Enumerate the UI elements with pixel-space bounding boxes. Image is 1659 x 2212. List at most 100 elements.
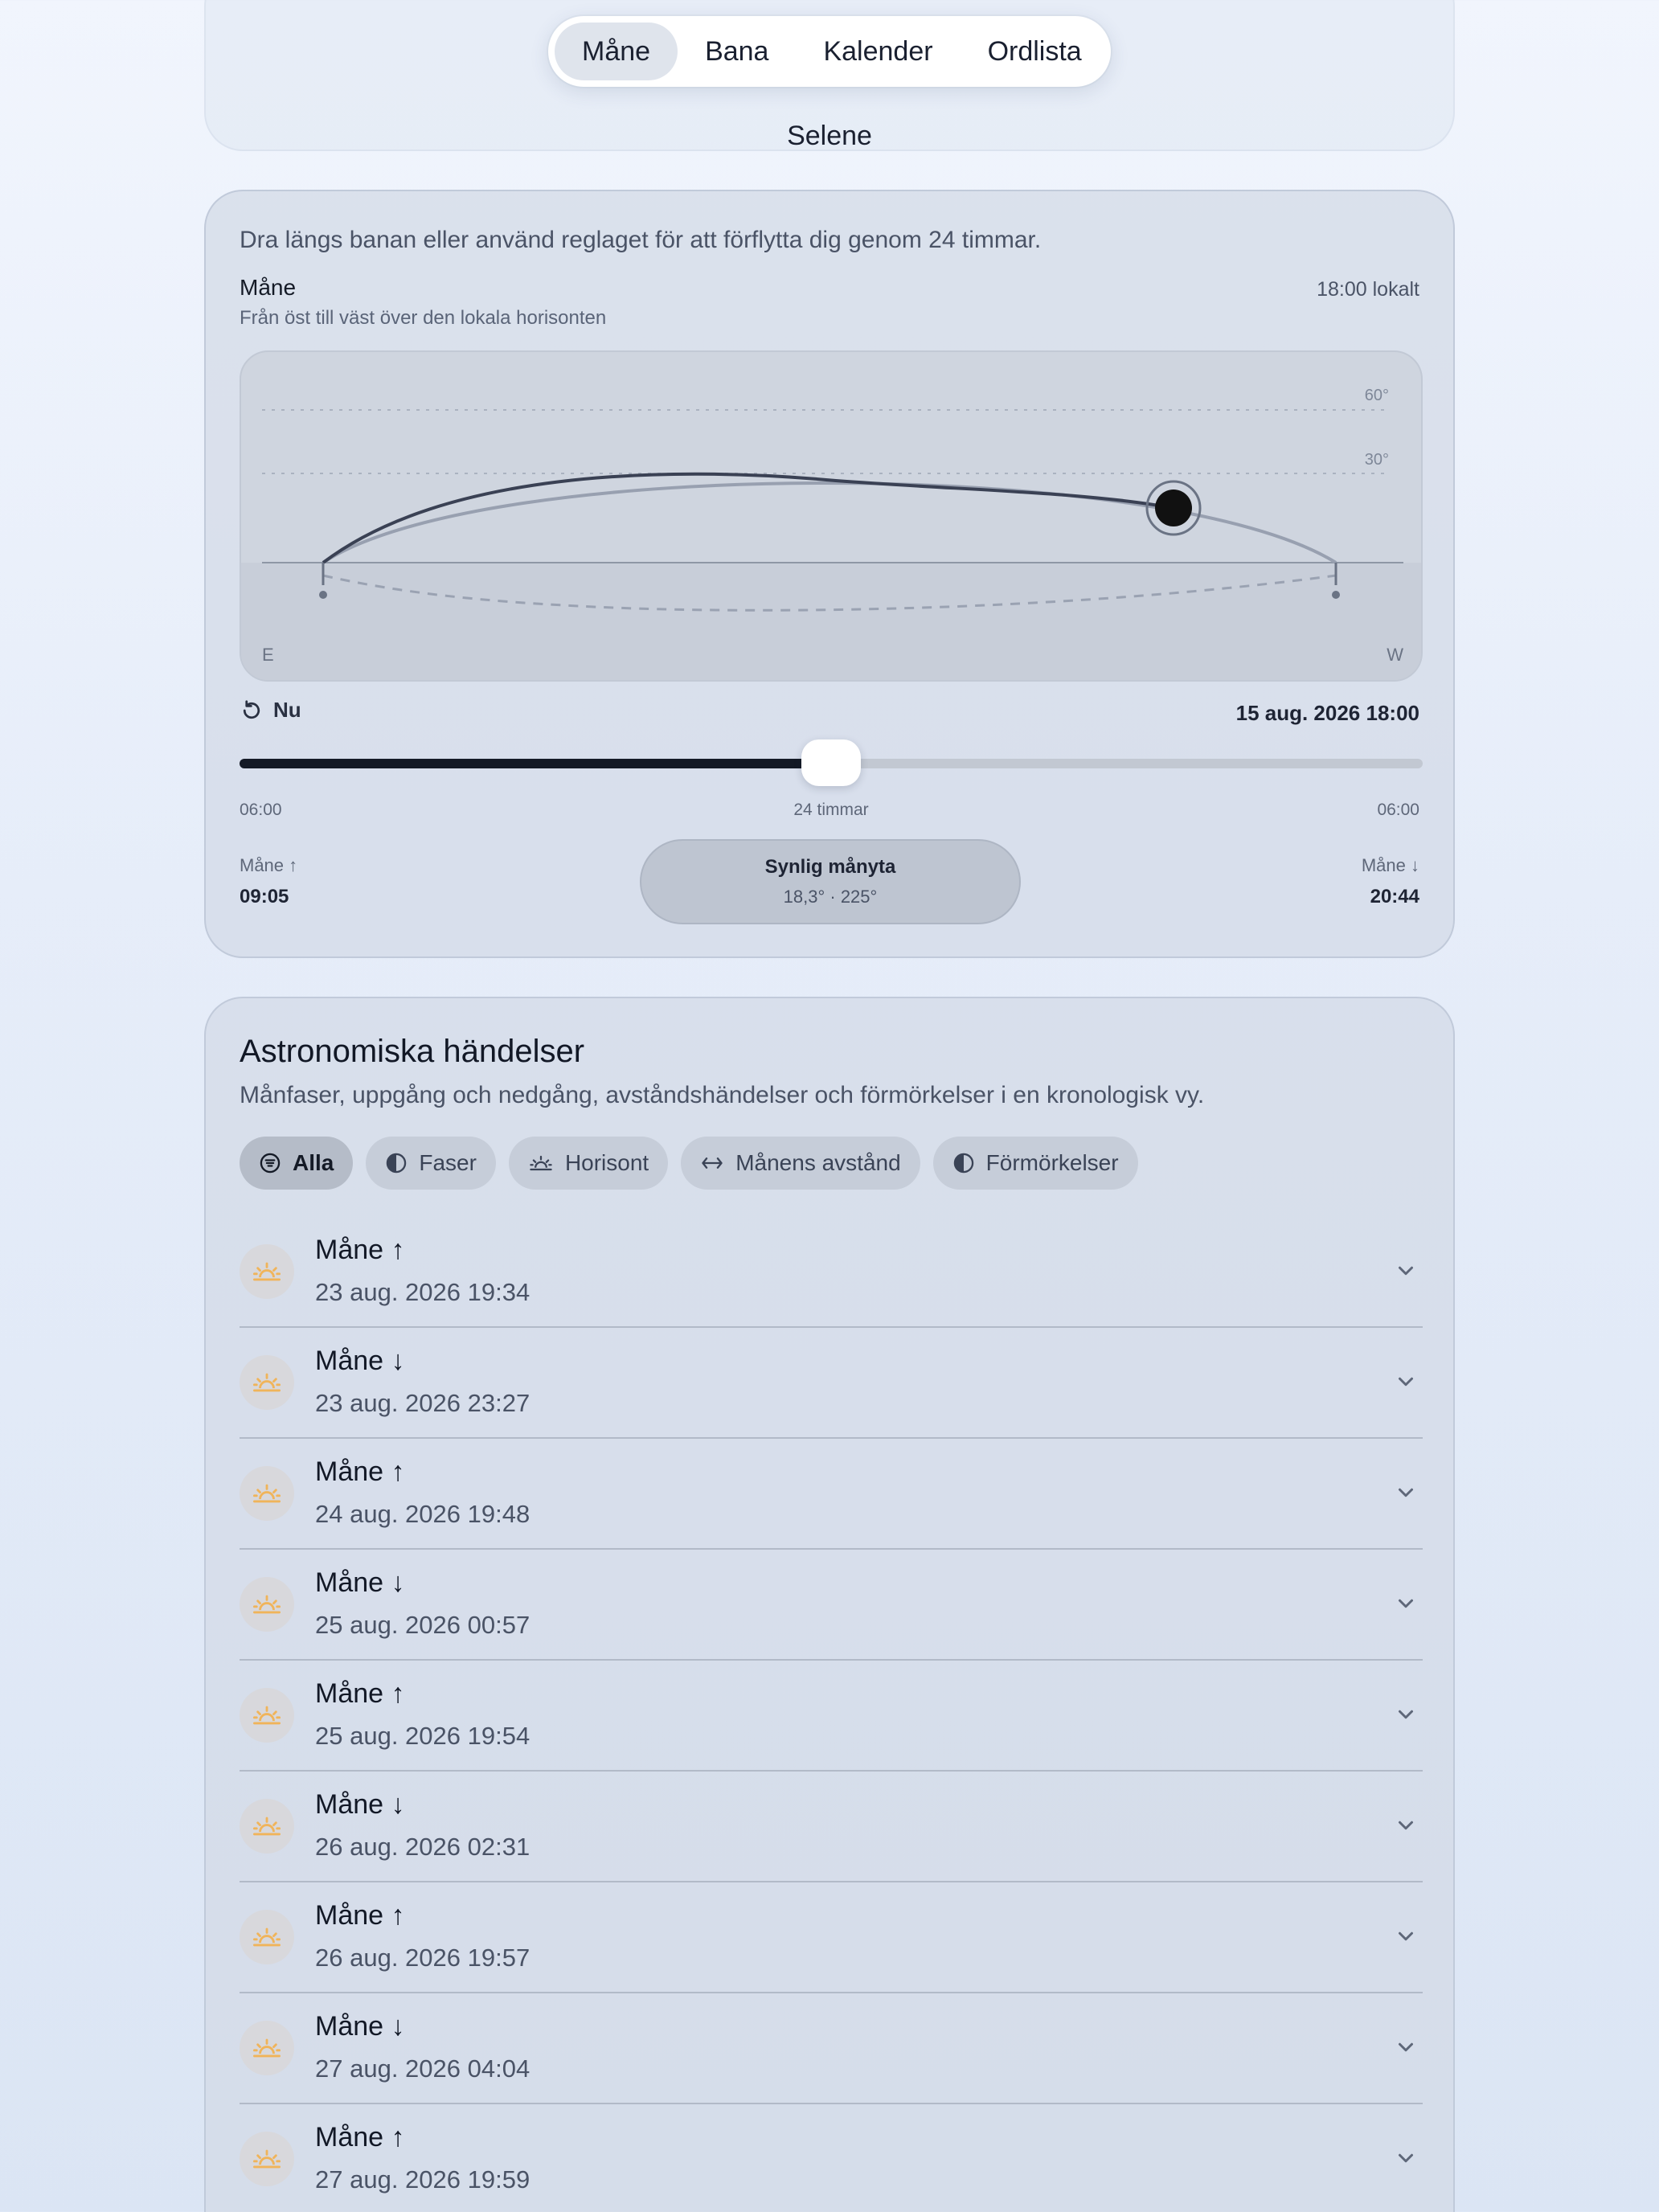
orbit-path-traversed bbox=[322, 472, 1174, 564]
event-icon-badge bbox=[240, 1466, 294, 1521]
tab-ordlista[interactable]: Ordlista bbox=[961, 23, 1109, 80]
chevron-down-icon[interactable] bbox=[1394, 1591, 1418, 1616]
app-title: Selene bbox=[787, 121, 872, 151]
sunrise-icon bbox=[253, 1484, 281, 1503]
event-name: Måne ↑ bbox=[315, 2122, 405, 2153]
event-icon-badge bbox=[240, 1688, 294, 1743]
sunrise-icon bbox=[253, 1927, 281, 1947]
events-title: Astronomiska händelser bbox=[240, 1034, 585, 1069]
chevron-down-icon[interactable] bbox=[1394, 1481, 1418, 1505]
moonrise-info: Måne ↑ 09:05 bbox=[240, 855, 297, 908]
event-row[interactable]: Måne ↓ 23 aug. 2026 23:27 bbox=[240, 1328, 1423, 1439]
local-time: 18:00 lokalt bbox=[1317, 278, 1419, 301]
event-name: Måne ↑ bbox=[315, 1456, 405, 1487]
event-row[interactable]: Måne ↑ 27 aug. 2026 19:59 bbox=[240, 2104, 1423, 2212]
tab-bana[interactable]: Bana bbox=[678, 23, 796, 80]
body-name: Måne bbox=[240, 275, 297, 300]
chevron-down-icon[interactable] bbox=[1394, 1924, 1418, 1948]
events-subtitle: Månfaser, uppgång och nedgång, avståndsh… bbox=[240, 1082, 1205, 1108]
grid-label-60: 60° bbox=[1365, 387, 1389, 404]
filter-faser[interactable]: Faser bbox=[366, 1137, 496, 1190]
event-date: 26 aug. 2026 02:31 bbox=[315, 1833, 530, 1861]
now-label: Nu bbox=[273, 698, 301, 722]
moonset-time: 20:44 bbox=[1370, 886, 1419, 907]
event-filters: Alla Faser Horisont Månens avstånd Förmö… bbox=[240, 1137, 1138, 1190]
tab-mane[interactable]: Måne bbox=[555, 23, 678, 80]
list-icon bbox=[260, 1153, 281, 1174]
chevron-down-icon[interactable] bbox=[1394, 1259, 1418, 1283]
event-name: Måne ↑ bbox=[315, 1900, 405, 1931]
body-subtitle: Från öst till väst över den lokala horis… bbox=[240, 307, 607, 329]
events-list: Måne ↑ 23 aug. 2026 19:34 Måne ↓ 23 aug.… bbox=[240, 1217, 1423, 2212]
event-row[interactable]: Måne ↓ 27 aug. 2026 04:04 bbox=[240, 1993, 1423, 2104]
moonrise-time: 09:05 bbox=[240, 886, 289, 907]
event-date: 27 aug. 2026 04:04 bbox=[315, 2054, 530, 2083]
sunrise-icon bbox=[253, 1373, 281, 1392]
visible-surface-values: 18,3° · 225° bbox=[783, 887, 878, 907]
filter-horisont-label: Horisont bbox=[564, 1150, 649, 1175]
chevron-down-icon[interactable] bbox=[1394, 1813, 1418, 1837]
now-button[interactable]: Nu bbox=[240, 698, 301, 723]
filter-formorkelser[interactable]: Förmörkelser bbox=[932, 1137, 1138, 1190]
event-icon-badge bbox=[240, 1910, 294, 1964]
sunrise-icon bbox=[253, 2038, 281, 2058]
sunrise-icon bbox=[253, 2149, 281, 2169]
event-date: 25 aug. 2026 00:57 bbox=[315, 1611, 530, 1639]
event-date: 24 aug. 2026 19:48 bbox=[315, 1500, 530, 1528]
event-date: 26 aug. 2026 19:57 bbox=[315, 1944, 530, 1972]
tab-bar: Måne Bana Kalender Ordlista bbox=[548, 16, 1111, 87]
event-date: 23 aug. 2026 19:34 bbox=[315, 1278, 530, 1306]
moonset-info: Måne ↓ 20:44 bbox=[1362, 855, 1419, 908]
half-moon-icon bbox=[953, 1153, 973, 1174]
orbit-card: Dra längs banan eller använd reglaget fö… bbox=[204, 190, 1455, 958]
filter-manens-avstand-label: Månens avstånd bbox=[735, 1150, 901, 1175]
event-name: Måne ↓ bbox=[315, 1567, 405, 1598]
event-name: Måne ↑ bbox=[315, 1678, 405, 1709]
event-name: Måne ↓ bbox=[315, 1346, 405, 1376]
event-name: Måne ↓ bbox=[315, 2011, 405, 2042]
time-slider-knob[interactable] bbox=[801, 739, 861, 786]
moonset-label: Måne ↓ bbox=[1361, 855, 1419, 875]
sunrise-icon bbox=[253, 1706, 281, 1725]
set-dot bbox=[1332, 591, 1340, 599]
event-row[interactable]: Måne ↑ 25 aug. 2026 19:54 bbox=[240, 1661, 1423, 1772]
slider-tick-end: 06:00 bbox=[1377, 801, 1419, 819]
events-card: Astronomiska händelser Månfaser, uppgång… bbox=[204, 997, 1455, 2212]
chevron-down-icon[interactable] bbox=[1394, 1370, 1418, 1394]
event-row[interactable]: Måne ↑ 26 aug. 2026 19:57 bbox=[240, 1882, 1423, 1993]
sunrise-icon bbox=[253, 1262, 281, 1281]
event-icon-badge bbox=[240, 1244, 294, 1299]
chevron-down-icon[interactable] bbox=[1394, 2035, 1418, 2059]
reset-icon bbox=[243, 699, 260, 719]
event-name: Måne ↓ bbox=[315, 1789, 405, 1820]
orbit-hint: Dra längs banan eller använd reglaget fö… bbox=[240, 227, 1042, 253]
event-icon-badge bbox=[240, 1355, 294, 1410]
moon-marker[interactable] bbox=[1155, 490, 1192, 526]
event-row[interactable]: Måne ↓ 25 aug. 2026 00:57 bbox=[240, 1550, 1423, 1661]
sky-path-plot[interactable]: 60° 30° E W bbox=[240, 350, 1423, 682]
slider-tick-middle: 24 timmar bbox=[793, 801, 869, 819]
event-date: 25 aug. 2026 19:54 bbox=[315, 1722, 530, 1750]
tab-kalender[interactable]: Kalender bbox=[796, 23, 960, 80]
rise-dot bbox=[319, 591, 327, 599]
event-icon-badge bbox=[240, 1577, 294, 1632]
event-row[interactable]: Måne ↑ 24 aug. 2026 19:48 bbox=[240, 1439, 1423, 1550]
current-datetime: 15 aug. 2026 18:00 bbox=[1235, 701, 1419, 725]
chevron-down-icon[interactable] bbox=[1394, 2146, 1418, 2170]
time-slider[interactable] bbox=[240, 739, 1423, 786]
event-name: Måne ↑ bbox=[315, 1235, 405, 1265]
below-horizon-area bbox=[241, 563, 1421, 680]
event-row[interactable]: Måne ↑ 23 aug. 2026 19:34 bbox=[240, 1217, 1423, 1328]
sunrise-icon bbox=[530, 1155, 552, 1171]
event-date: 23 aug. 2026 23:27 bbox=[315, 1389, 530, 1417]
filter-alla-label: Alla bbox=[293, 1150, 334, 1175]
chevron-down-icon[interactable] bbox=[1394, 1702, 1418, 1727]
visible-surface-title: Synlig månyta bbox=[764, 856, 896, 878]
filter-alla[interactable]: Alla bbox=[240, 1137, 354, 1190]
event-row[interactable]: Måne ↓ 26 aug. 2026 02:31 bbox=[240, 1772, 1423, 1882]
visible-surface-button[interactable]: Synlig månyta 18,3° · 225° bbox=[640, 839, 1021, 924]
direction-east: E bbox=[262, 645, 274, 665]
filter-manens-avstand[interactable]: Månens avstånd bbox=[681, 1137, 920, 1190]
filter-horisont[interactable]: Horisont bbox=[508, 1137, 669, 1190]
filter-formorkelser-label: Förmörkelser bbox=[985, 1150, 1119, 1175]
